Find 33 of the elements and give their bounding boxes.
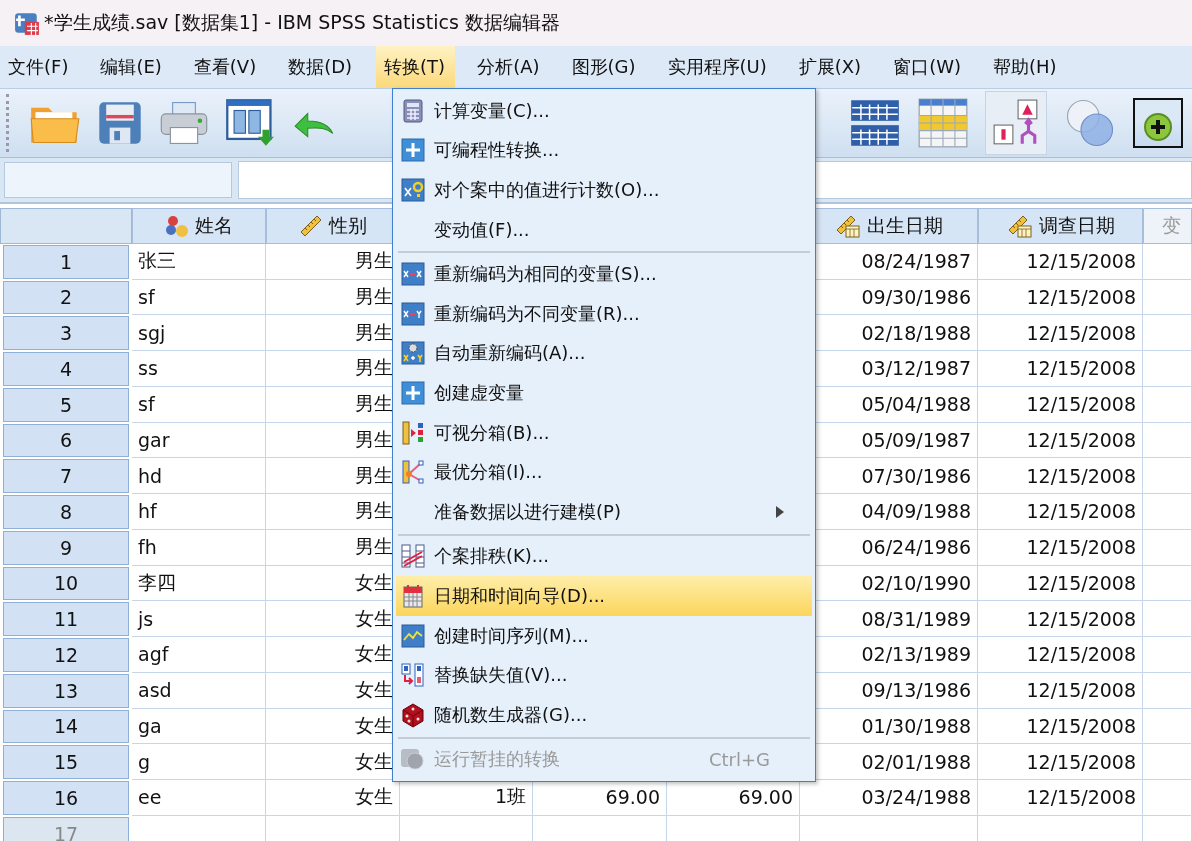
- table-cell: 12/15/2008: [978, 565, 1143, 602]
- table-cell: 12/15/2008: [978, 780, 1143, 816]
- table-cell: 12/15/2008: [978, 494, 1143, 530]
- table-cell: 12/15/2008: [978, 279, 1143, 316]
- table-cell: 12/15/2008: [978, 386, 1143, 423]
- table-cell: ss: [132, 351, 266, 387]
- table-cell: sf: [132, 279, 266, 316]
- table-cell: fh: [132, 529, 266, 566]
- table-cell: hf: [132, 494, 266, 530]
- table-cell: sgj: [132, 315, 266, 351]
- table-cell: ga: [132, 708, 266, 745]
- table-cell: ee: [132, 780, 266, 816]
- table-cell: 李四: [132, 565, 266, 602]
- table-cell: asd: [132, 672, 266, 709]
- table-cell: sf: [132, 386, 266, 423]
- table-cell: 张三: [132, 243, 266, 280]
- table-cell: 12/15/2008: [978, 744, 1143, 780]
- table-cell: js: [132, 601, 266, 637]
- table-cell: 12/15/2008: [978, 458, 1143, 494]
- table-cell: gar: [132, 422, 266, 459]
- table-cell: agf: [132, 637, 266, 673]
- table-cell: 12/15/2008: [978, 315, 1143, 351]
- table-cell: 12/15/2008: [978, 637, 1143, 673]
- table-cell: 12/15/2008: [978, 672, 1143, 709]
- table-cell: hd: [132, 458, 266, 494]
- table-cell: 12/15/2008: [978, 529, 1143, 566]
- window-title: *学生成绩.sav [数据集1] - IBM SPSS Statistics 数据编辑器: [44, 10, 560, 35]
- table-cell: 12/15/2008: [978, 708, 1143, 745]
- table-cell: 12/15/2008: [978, 351, 1143, 387]
- table-cell: 12/15/2008: [978, 243, 1143, 280]
- table-cell: 12/15/2008: [978, 422, 1143, 459]
- table-cell: g: [132, 744, 266, 780]
- table-cell: 12/15/2008: [978, 601, 1143, 637]
